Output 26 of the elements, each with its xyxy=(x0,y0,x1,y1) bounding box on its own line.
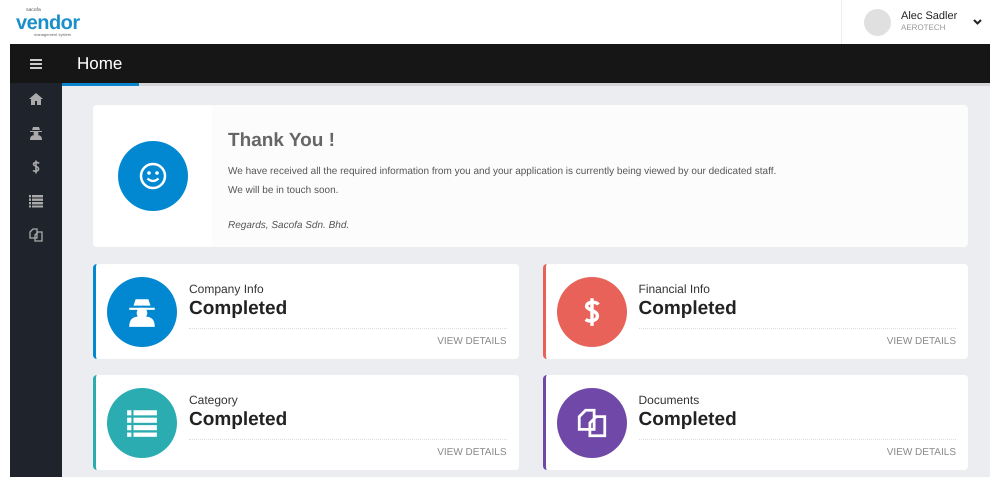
message-text: We have received all the required information from you and your application is currently being viewed by our dedicated staff. xyxy=(228,164,776,178)
view-details-link[interactable]: VIEW DETAILS xyxy=(886,334,956,350)
logo-wordmark: vendor xyxy=(16,12,81,32)
menu-icon xyxy=(30,58,42,68)
view-details-link[interactable]: VIEW DETAILS xyxy=(886,445,956,460)
message-text: We will be in touch soon. xyxy=(228,184,340,198)
user-name: Alec Sadler xyxy=(901,10,958,22)
card-status: Completed xyxy=(638,408,738,432)
card-status: Completed xyxy=(189,298,288,320)
user-company: AEROTECH xyxy=(901,22,946,34)
card-status: Completed xyxy=(189,408,288,432)
signature: Regards, Sacofa Sdn. Bhd. xyxy=(228,218,350,232)
sidebar-item[interactable] xyxy=(28,91,44,107)
sidebar-item[interactable] xyxy=(28,125,44,141)
message-title: Thank You ! xyxy=(228,129,336,153)
card-label: Company Info xyxy=(189,280,265,298)
card-status: Completed xyxy=(638,298,738,320)
view-details-link[interactable]: VIEW DETAILS xyxy=(437,334,506,350)
chevron-down-icon[interactable] xyxy=(973,19,982,25)
view-details-link[interactable]: VIEW DETAILS xyxy=(437,445,506,460)
card-label: Category xyxy=(189,392,239,409)
card-label: Financial Info xyxy=(638,280,711,298)
sidebar-item[interactable] xyxy=(28,193,44,209)
card-label: Documents xyxy=(638,392,700,409)
sidebar-item[interactable] xyxy=(28,227,44,243)
page-title: Home xyxy=(76,53,124,75)
